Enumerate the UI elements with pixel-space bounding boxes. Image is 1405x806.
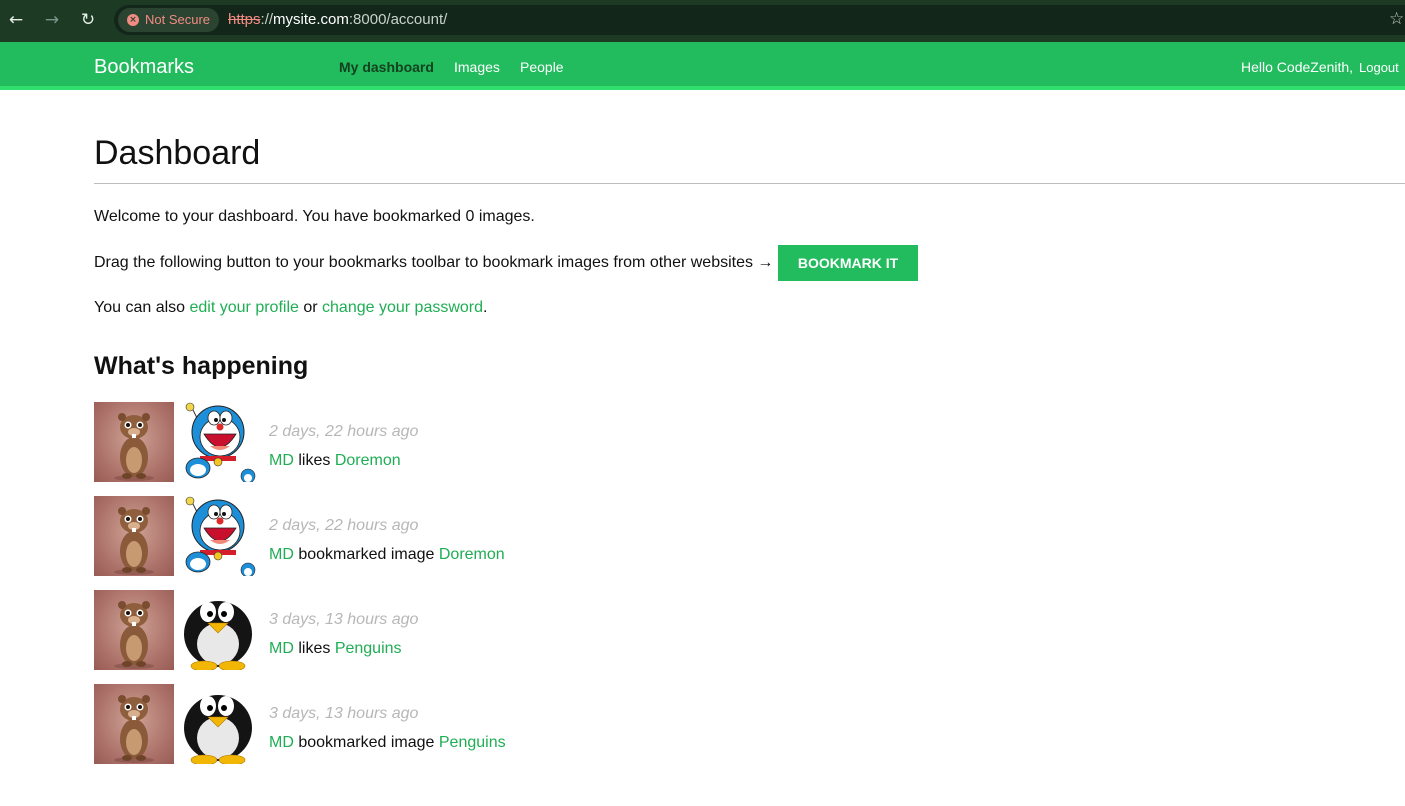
action-target-link[interactable]: Doremon [439,546,505,563]
action-timestamp: 2 days, 22 hours ago [269,423,419,440]
action-item: 3 days, 13 hours ago MD likes Penguins [94,590,594,670]
action-target-link[interactable]: Penguins [335,640,402,657]
penguin-image-thumbnail[interactable] [178,684,258,764]
action-target-link[interactable]: Doremon [335,452,401,469]
arrow-left-icon[interactable]: ← [5,9,27,31]
star-icon[interactable]: ☆ [1389,9,1404,29]
change-password-link[interactable]: change your password [322,299,483,316]
page-title: Dashboard [94,134,261,172]
reload-icon[interactable]: ↻ [77,9,99,31]
action-timestamp: 3 days, 13 hours ago [269,611,419,628]
doraemon-image-thumbnail[interactable] [178,402,258,482]
action-user-link[interactable]: MD [269,734,294,751]
arrow-right-icon[interactable]: → [41,9,63,31]
title-divider [94,183,1405,184]
security-label: Not Secure [145,12,211,27]
logout-link[interactable]: Logout [1359,60,1399,75]
action-verb: bookmarked image [298,546,435,563]
or-text: or [303,299,318,316]
menu-item-people[interactable]: People [520,59,564,75]
action-item: 2 days, 22 hours ago MD bookmarked image … [94,496,594,576]
action-verb: bookmarked image [298,734,435,751]
also-prefix: You can also [94,299,186,316]
action-user-link[interactable]: MD [269,640,294,657]
user-avatar[interactable] [94,496,174,576]
profile-links-text: You can also edit your profile or change… [94,299,487,317]
action-item: 2 days, 22 hours ago MD likes Doremon [94,402,594,482]
action-description: MD bookmarked image Doremon [269,546,505,564]
edit-profile-link[interactable]: edit your profile [190,299,299,316]
action-item: 3 days, 13 hours ago MD bookmarked image … [94,684,594,764]
user-greeting: Hello CodeZenith, [1241,59,1354,75]
user-avatar[interactable] [94,684,174,764]
action-user-link[interactable]: MD [269,452,294,469]
user-avatar[interactable] [94,590,174,670]
site-header: Bookmarks My dashboard Images People Hel… [0,42,1405,90]
bookmark-it-button[interactable]: BOOKMARK IT [778,245,918,281]
menu-item-dashboard[interactable]: My dashboard [339,59,434,75]
menu-item-images[interactable]: Images [454,59,500,75]
section-title: What's happening [94,352,309,380]
url-text[interactable]: https://mysite.com:8000/account/ [228,11,447,28]
action-user-link[interactable]: MD [269,546,294,563]
site-logo[interactable]: Bookmarks [94,56,194,79]
action-timestamp: 2 days, 22 hours ago [269,517,419,534]
action-timestamp: 3 days, 13 hours ago [269,705,419,722]
url-scheme: https [228,11,261,28]
action-target-link[interactable]: Penguins [439,734,506,751]
action-description: MD bookmarked image Penguins [269,734,506,752]
url-path: :8000/account/ [348,11,448,28]
welcome-text: Welcome to your dashboard. You have book… [94,208,535,225]
penguin-image-thumbnail[interactable] [178,590,258,670]
action-description: MD likes Penguins [269,640,402,658]
action-verb: likes [298,452,331,469]
drag-instructions: Drag the following button to your bookma… [94,254,774,271]
action-description: MD likes Doremon [269,452,401,470]
url-host: mysite.com [273,11,349,28]
doraemon-image-thumbnail[interactable] [178,496,258,576]
user-avatar[interactable] [94,402,174,482]
period-text: . [483,299,488,316]
url-separator: :// [260,11,274,28]
warning-icon: × [127,14,139,26]
action-verb: likes [298,640,331,657]
